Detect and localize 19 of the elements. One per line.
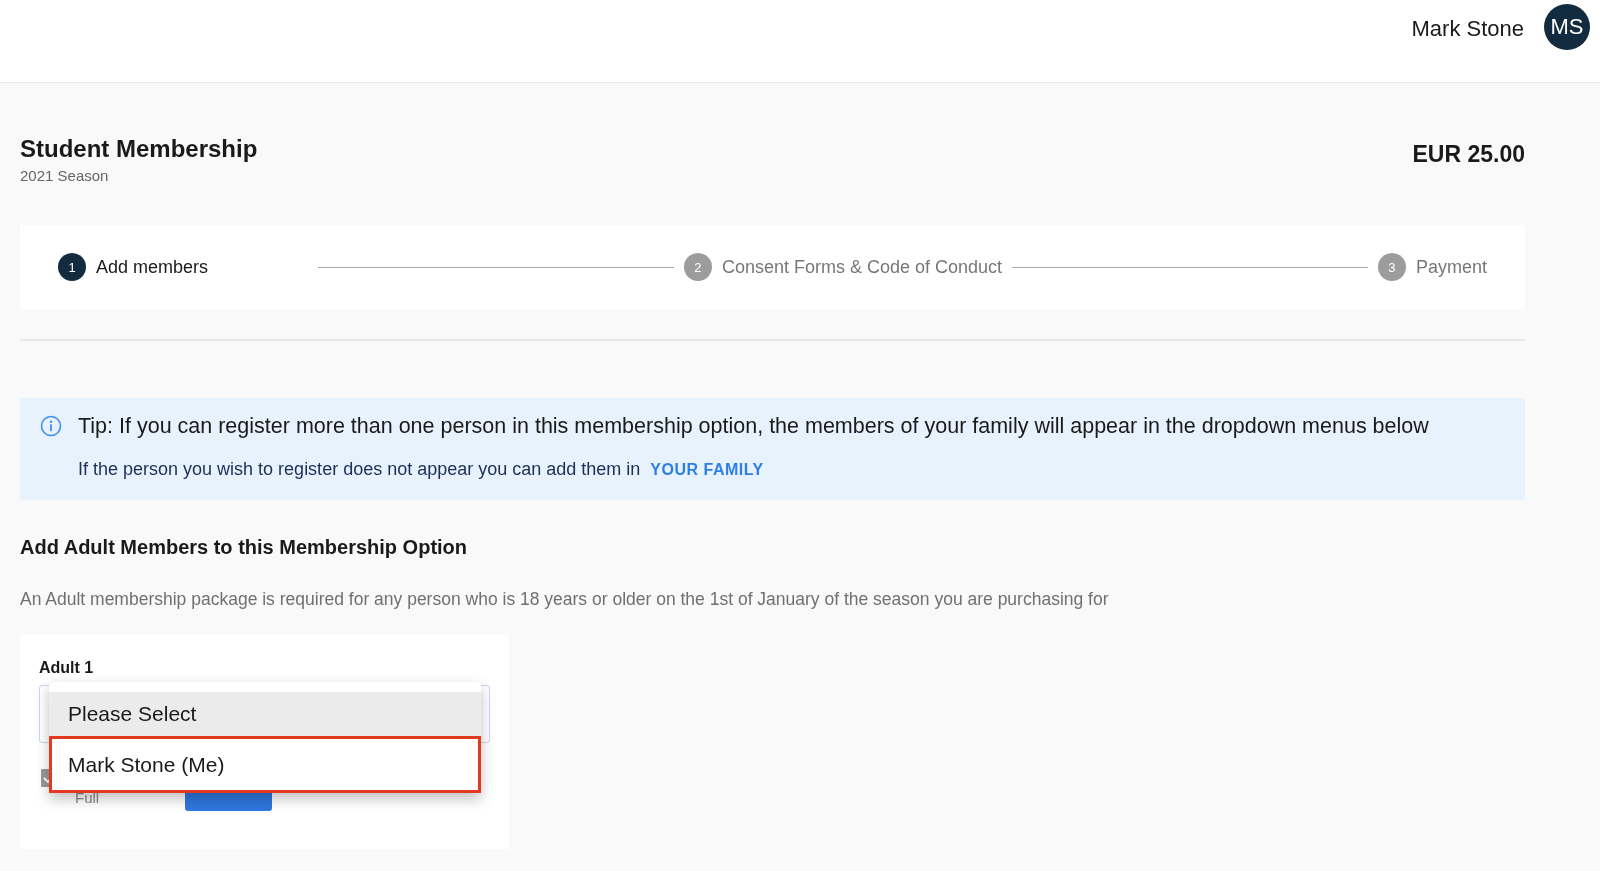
step-number: 3: [1377, 253, 1406, 281]
step-number: 2: [683, 253, 712, 281]
user-avatar[interactable]: MS: [1544, 4, 1590, 50]
step-label: Payment: [1415, 256, 1487, 278]
tip-text: Tip: If you can register more than one person in this membership option, the members of your family will appear in the dropdown menus below: [78, 414, 1429, 439]
dropdown-option[interactable]: Please Select: [49, 692, 481, 736]
user-name: Mark Stone: [1411, 16, 1524, 42]
step-label: Consent Forms & Code of Conduct: [721, 256, 1003, 278]
adult-label: Adult 1: [39, 659, 95, 677]
dropdown-option[interactable]: Mark Stone (Me): [49, 736, 481, 793]
section-title: Add Adult Members to this Membership Option: [20, 536, 469, 559]
step-label: Add members: [96, 256, 209, 278]
info-icon: [40, 415, 62, 437]
membership-title: Student Membership: [20, 135, 258, 163]
tip-note: If the person you wish to register does not appear you can add them in: [78, 459, 641, 480]
section-description: An Adult membership package is required for any person who is 18 years or older on the 1st of January of the season you are purchasing for: [20, 589, 1110, 610]
step-number: 1: [58, 253, 86, 281]
membership-price: EUR 25.00: [1412, 141, 1525, 169]
season-label: 2021 Season: [20, 167, 110, 184]
